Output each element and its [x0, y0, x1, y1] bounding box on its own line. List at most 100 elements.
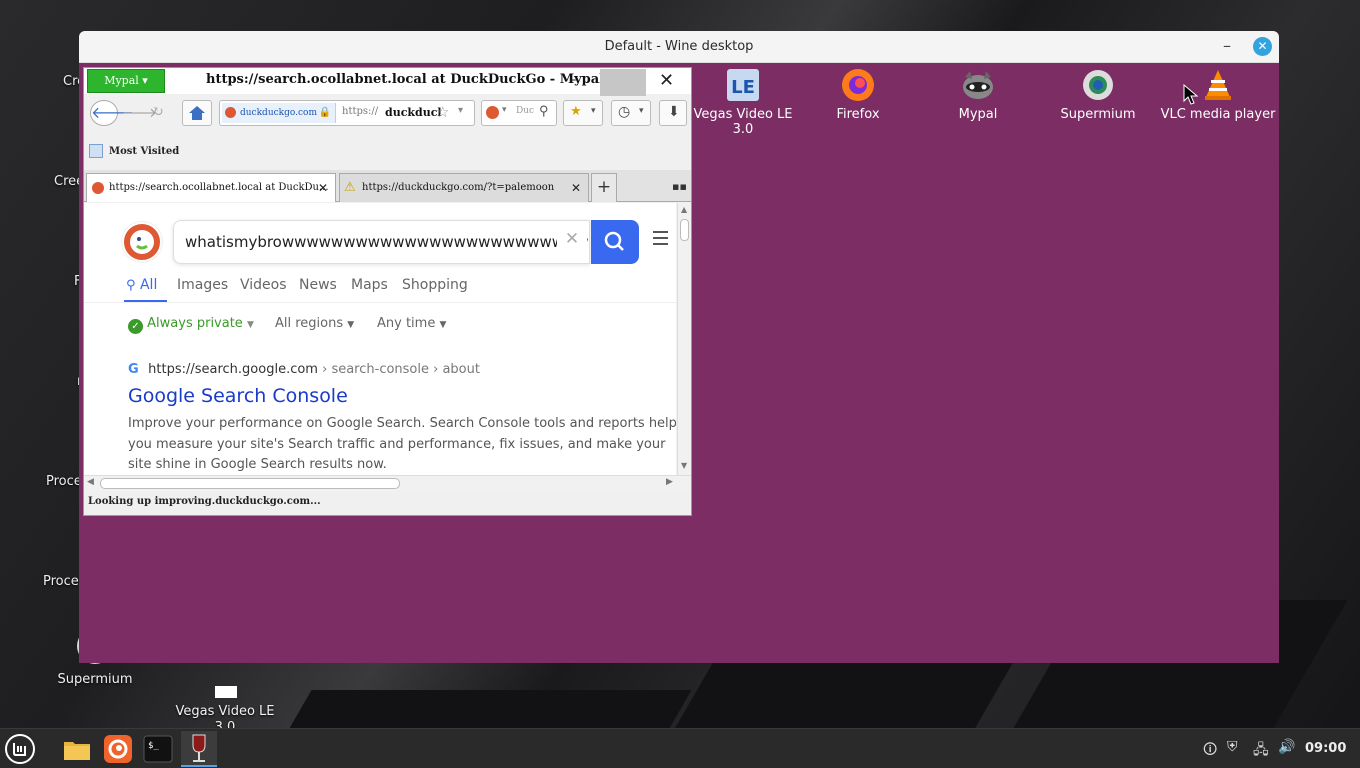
duckduckgo-logo-icon[interactable] [122, 222, 162, 262]
wine-icon-label: Vegas Video LE 3.0 [693, 107, 793, 137]
site-identity[interactable]: duckduckgo.com 🔒 [222, 103, 336, 123]
files-icon[interactable] [61, 733, 93, 765]
checkmark-icon: ✓ [128, 319, 143, 334]
mypal-menu-button[interactable]: Mypal ▾ [87, 69, 165, 93]
network-icon[interactable]: 🖧 [1253, 739, 1269, 763]
tab-shopping[interactable]: Shopping [402, 277, 468, 293]
menu-icon[interactable] [4, 733, 36, 765]
svg-text:LE: LE [731, 77, 755, 98]
wine-icon-label: Mypal [958, 107, 998, 122]
status-bar: Looking up improving.duckduckgo.com... [84, 491, 691, 515]
tab-videos[interactable]: Videos [240, 277, 287, 293]
firefox-icon[interactable] [102, 733, 134, 765]
wine-window-title: Default - Wine desktop [604, 39, 754, 54]
search-icon [604, 231, 624, 251]
volume-icon[interactable]: 🔊 [1278, 739, 1295, 755]
wine-icon[interactable] [181, 731, 217, 767]
warning-icon: ⚠ [344, 180, 356, 195]
navigation-toolbar: 🡐 🡒 ↻ duckduckgo.com 🔒 https:// duckducl… [84, 96, 691, 130]
search-query: whatismybrowwwwwwwwwwwwwwwwwwwwwwwwwwwwv [185, 233, 590, 251]
firefox-icon [840, 67, 876, 103]
browser-titlebar[interactable]: Mypal ▾ https://search.ocollabnet.local … [84, 68, 691, 97]
wine-icon-firefox[interactable]: Firefox [798, 67, 918, 122]
tab-strip: https://search.ocollabnet.local at DuckD… [84, 170, 691, 202]
vertical-scrollbar[interactable]: ▲ ▼ [677, 203, 691, 475]
hamburger-menu-icon[interactable] [653, 231, 668, 245]
horizontal-scrollbar[interactable]: ◀ ▶ [84, 475, 691, 491]
tab-images[interactable]: Images [177, 277, 228, 293]
tab-active[interactable]: https://search.ocollabnet.local at DuckD… [86, 173, 336, 202]
time-filter[interactable]: Any time ▼ [377, 316, 446, 331]
home-button[interactable] [182, 100, 212, 126]
close-button[interactable]: ✕ [1253, 37, 1272, 56]
tab-news[interactable]: News [299, 277, 337, 293]
svg-text:$_: $_ [148, 741, 159, 751]
url-scheme: https:// [342, 106, 379, 117]
clock-icon: ◷ [618, 104, 631, 120]
search-engine-placeholder: Duc [516, 106, 535, 116]
notification-icon[interactable]: 🛈 [1203, 739, 1217, 763]
most-visited-bookmark[interactable]: Most Visited [109, 146, 179, 157]
result-title-link[interactable]: Google Search Console [128, 385, 348, 407]
supermium-icon [1080, 67, 1116, 103]
bookmarks-menu-button[interactable]: ★ ▾ [563, 100, 603, 126]
wine-icon-supermium[interactable]: Supermium [1038, 67, 1158, 122]
tab-close-button[interactable]: ✕ [318, 174, 328, 202]
search-input[interactable]: whatismybrowwwwwwwwwwwwwwwwwwwwwwwwwwwwv [173, 220, 590, 264]
browser-close-button[interactable]: ✕ [659, 70, 674, 91]
tab-inactive[interactable]: ⚠ https://duckduckgo.com/?t=palemoon ✕ [339, 173, 589, 202]
clock[interactable]: 09:00 [1305, 741, 1346, 756]
wine-icon-mypal[interactable]: Mypal [918, 67, 1038, 122]
tab-close-button[interactable]: ✕ [571, 174, 581, 202]
desktop-icon-label: Supermium [57, 672, 133, 687]
search-button[interactable] [591, 220, 639, 264]
new-tab-button[interactable]: + [591, 173, 617, 202]
bookmarks-toolbar: Most Visited [84, 138, 691, 166]
mouse-cursor-icon [1183, 84, 1199, 105]
wine-icon-vlc[interactable]: VLC media player [1158, 67, 1278, 122]
downloads-button[interactable]: ⬇ [659, 100, 687, 126]
minimize-button[interactable]: – [1217, 36, 1237, 56]
browser-minimize-button[interactable]: – [569, 70, 577, 88]
home-icon [189, 106, 205, 120]
tab-label: https://duckduckgo.com/?t=palemoon [362, 182, 555, 193]
horizontal-scroll-thumb[interactable] [100, 478, 400, 489]
tab-all[interactable]: ⚲ All [126, 277, 157, 293]
tab-list-icon[interactable]: ▪▪ [672, 180, 687, 193]
search-engine-box[interactable]: ▾ Duc ⚲ [481, 100, 557, 126]
browser-maximize-button[interactable] [600, 69, 646, 97]
browser-window: Mypal ▾ https://search.ocollabnet.local … [83, 67, 692, 516]
ddg-favicon-icon [225, 107, 236, 118]
wine-icon-label: Supermium [1060, 107, 1136, 122]
url-bar[interactable]: duckduckgo.com 🔒 https:// duckducl ☆ ▾ [219, 100, 475, 126]
scroll-left-icon[interactable]: ◀ [87, 477, 94, 487]
bookmark-star-icon[interactable]: ☆ [436, 103, 449, 121]
always-private-filter[interactable]: ✓ Always private ▼ [128, 316, 254, 334]
scroll-up-icon[interactable]: ▲ [681, 205, 687, 214]
vertical-scroll-thumb[interactable] [680, 219, 689, 241]
desktop-partial-label: Proce [46, 474, 82, 489]
shield-icon[interactable]: ⛨ [1227, 739, 1238, 755]
back-button[interactable]: 🡐 [90, 100, 134, 126]
vegas-icon: LE [725, 67, 761, 103]
taskbar: $_ 🛈 ⛨ 🖧 🔊 09:00 [0, 728, 1360, 768]
history-button[interactable]: ◷ ▾ [611, 100, 651, 126]
tab-maps[interactable]: Maps [351, 277, 388, 293]
lock-icon: 🔒 [318, 107, 331, 118]
clear-search-button[interactable]: ✕ [557, 229, 587, 249]
result-snippet: Improve your performance on Google Searc… [128, 416, 676, 472]
region-filter[interactable]: All regions ▼ [275, 316, 354, 331]
result-url[interactable]: G https://search.google.com › search-con… [128, 362, 480, 377]
wine-icon-vegas[interactable]: LE Vegas Video LE 3.0 [683, 67, 803, 137]
search-tabs: ⚲ All Images Videos News Maps Shopping [84, 273, 676, 303]
google-favicon-icon: G [128, 362, 139, 377]
wine-titlebar[interactable]: Default - Wine desktop – ✕ [79, 31, 1279, 63]
site-identity-label: duckduckgo.com [240, 108, 317, 118]
url-text: duckducl [385, 106, 442, 119]
url-dropdown-icon[interactable]: ▾ [458, 105, 463, 116]
terminal-icon[interactable]: $_ [142, 733, 174, 765]
scroll-down-icon[interactable]: ▼ [681, 461, 687, 470]
scroll-right-icon[interactable]: ▶ [666, 477, 673, 487]
reload-button[interactable]: ↻ [152, 104, 164, 120]
search-icon[interactable]: ⚲ [539, 104, 549, 119]
